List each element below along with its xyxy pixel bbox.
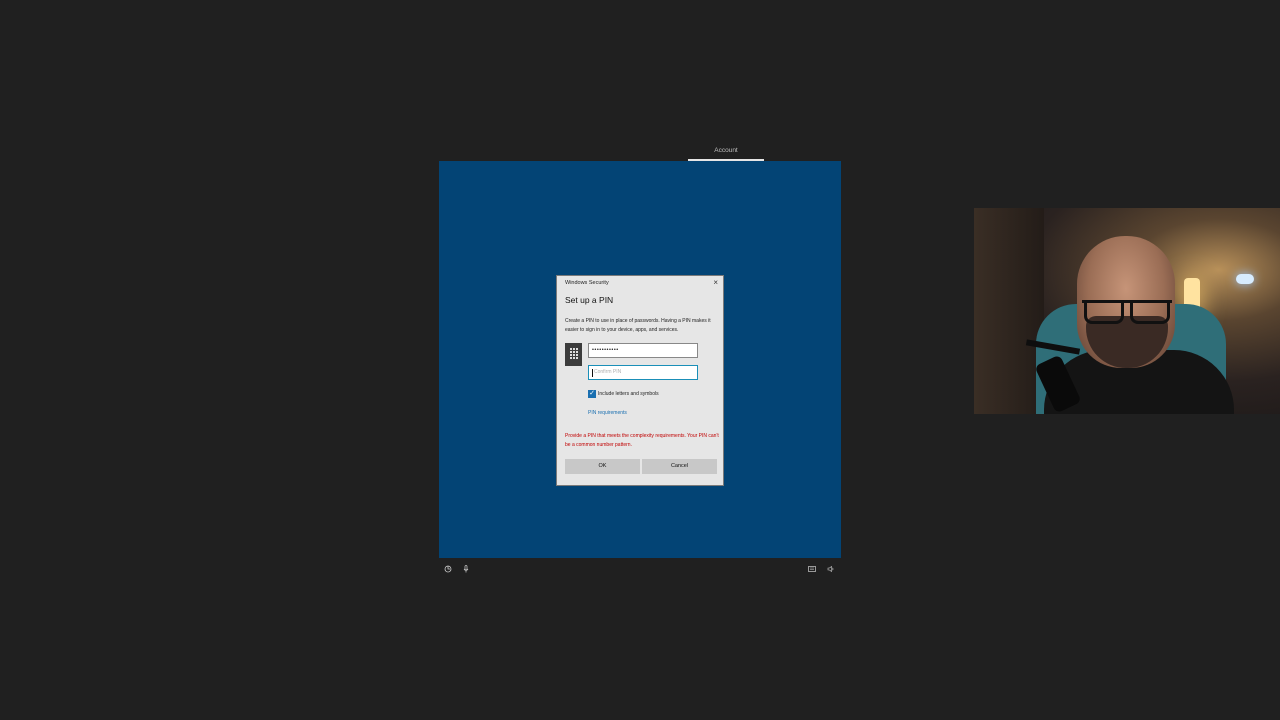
include-letters-label[interactable]: Include letters and symbols	[598, 391, 659, 397]
confirm-pin-placeholder: Confirm PIN	[594, 369, 622, 375]
keyboard-icon[interactable]	[807, 565, 817, 575]
set-up-pin-dialog: Windows Security × Set up a PIN Create a…	[556, 275, 724, 486]
dialog-description: Create a PIN to use in place of password…	[565, 318, 711, 333]
ok-button[interactable]: OK	[565, 459, 640, 474]
close-icon[interactable]: ×	[713, 278, 718, 287]
microphone-icon[interactable]	[461, 565, 471, 575]
ease-of-access-icon[interactable]	[443, 565, 453, 575]
webcam-overlay	[974, 208, 1280, 414]
keypad-icon	[565, 343, 582, 366]
volume-icon[interactable]	[826, 565, 836, 575]
new-pin-input[interactable]: •••••••••••	[588, 343, 698, 358]
text-cursor	[592, 369, 593, 377]
confirm-pin-input[interactable]: Confirm PIN	[588, 365, 698, 380]
cancel-button[interactable]: Cancel	[642, 459, 717, 474]
pin-requirements-link[interactable]: PIN requirements	[588, 410, 627, 416]
include-letters-checkbox[interactable]: ✓	[588, 390, 596, 398]
error-message: Provide a PIN that meets the complexity …	[565, 433, 719, 448]
dialog-window-title: Windows Security	[565, 280, 609, 286]
screen: Account Windows Security × Set up a PIN …	[0, 0, 1280, 720]
dialog-heading: Set up a PIN	[565, 295, 614, 305]
